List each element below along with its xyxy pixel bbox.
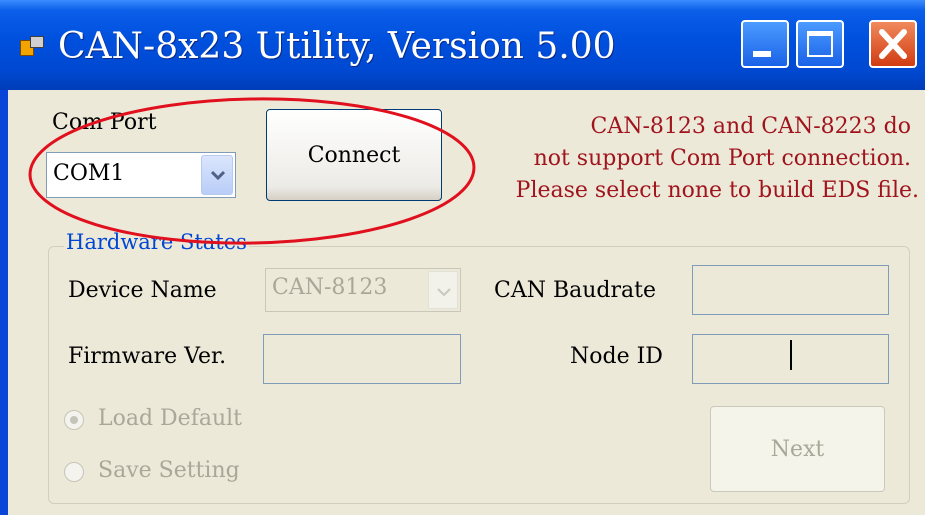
device-name-select[interactable]: CAN-8123: [265, 268, 461, 312]
notice-line-3: Please select none to build EDS file.: [515, 178, 919, 203]
hardware-states-legend: Hardware States: [64, 230, 249, 254]
can-baudrate-field[interactable]: [692, 265, 889, 315]
maximize-button[interactable]: [796, 20, 844, 68]
maximize-icon: [807, 31, 833, 57]
device-name-value: CAN-8123: [272, 275, 388, 300]
title-bar[interactable]: CAN-8x23 Utility, Version 5.00: [0, 0, 925, 90]
node-id-label: Node ID: [570, 344, 663, 369]
firmware-label: Firmware Ver.: [68, 344, 227, 369]
connect-button[interactable]: Connect: [266, 109, 442, 201]
window-title: CAN-8x23 Utility, Version 5.00: [58, 26, 616, 67]
dropdown-button[interactable]: [201, 155, 233, 195]
chevron-down-icon: [437, 288, 451, 297]
notice-line-1: CAN-8123 and CAN-8223 do: [590, 114, 911, 139]
minimize-button[interactable]: [741, 20, 789, 68]
close-icon: [879, 29, 907, 59]
firmware-field[interactable]: [263, 334, 461, 384]
next-button[interactable]: Next: [710, 406, 885, 492]
com-port-value: COM1: [53, 161, 125, 186]
chevron-down-icon: [211, 170, 225, 180]
save-setting-radio[interactable]: [64, 462, 84, 482]
com-port-label: Com Port: [52, 110, 157, 135]
minimize-icon: [753, 51, 771, 57]
device-name-label: Device Name: [68, 278, 217, 303]
can-baudrate-label: CAN Baudrate: [494, 278, 656, 303]
com-port-select[interactable]: COM1: [46, 152, 236, 198]
radio-dot-icon: [70, 416, 78, 424]
app-icon: [20, 36, 44, 58]
save-setting-label: Save Setting: [98, 458, 240, 483]
text-cursor: [790, 340, 792, 370]
load-default-label: Load Default: [98, 406, 243, 431]
close-button[interactable]: [869, 20, 917, 68]
window-frame: [0, 90, 8, 515]
load-default-radio[interactable]: [64, 410, 84, 430]
dropdown-button: [428, 271, 458, 309]
notice-line-2: not support Com Port connection.: [533, 146, 911, 171]
